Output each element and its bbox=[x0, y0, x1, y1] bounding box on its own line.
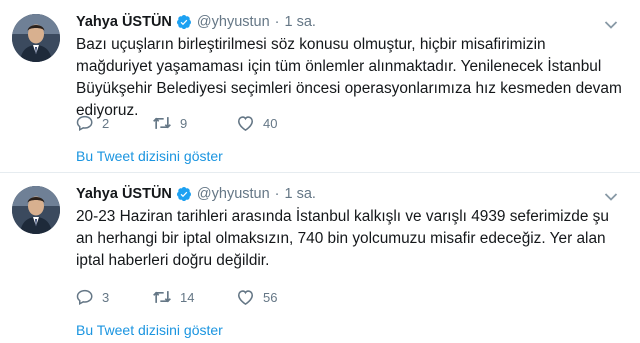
tweet-actions: 3 14 56 bbox=[76, 287, 316, 307]
tweet-header: Yahya ÜSTÜN @yhyustun · 1 sa. bbox=[76, 12, 316, 32]
retweet-button[interactable]: 9 bbox=[152, 114, 236, 132]
tweet[interactable]: Yahya ÜSTÜN @yhyustun · 1 sa. 20-23 Hazi… bbox=[0, 172, 640, 343]
like-button[interactable]: 40 bbox=[236, 114, 316, 132]
tweet-timestamp[interactable]: 1 sa. bbox=[285, 14, 316, 30]
tweet-text: 20-23 Haziran tarihleri arasında İstanbu… bbox=[76, 208, 609, 269]
verified-badge-icon bbox=[176, 14, 192, 30]
like-icon bbox=[236, 114, 255, 132]
chevron-down-icon[interactable] bbox=[604, 189, 618, 201]
separator-dot: · bbox=[274, 186, 280, 202]
author-handle[interactable]: @yhyustun bbox=[197, 14, 270, 30]
like-icon bbox=[236, 288, 255, 306]
author-name[interactable]: Yahya ÜSTÜN bbox=[76, 14, 172, 30]
tweet-actions: 2 9 40 bbox=[76, 113, 316, 133]
reply-icon bbox=[76, 288, 94, 306]
show-thread-link[interactable]: Bu Tweet dizisini göster bbox=[76, 322, 223, 338]
tweet-text: Bazı uçuşların birleştirilmesi söz konus… bbox=[76, 36, 622, 119]
tweet[interactable]: Yahya ÜSTÜN @yhyustun · 1 sa. Bazı uçuşl… bbox=[0, 0, 640, 172]
show-thread-link[interactable]: Bu Tweet dizisini göster bbox=[76, 148, 223, 164]
retweet-count: 14 bbox=[180, 289, 195, 305]
reply-button[interactable]: 2 bbox=[76, 114, 152, 132]
retweet-button[interactable]: 14 bbox=[152, 288, 236, 306]
verified-badge-icon bbox=[176, 186, 192, 202]
reply-icon bbox=[76, 114, 94, 132]
reply-button[interactable]: 3 bbox=[76, 288, 152, 306]
reply-count: 2 bbox=[102, 115, 110, 131]
like-count: 56 bbox=[263, 289, 278, 305]
author-name[interactable]: Yahya ÜSTÜN bbox=[76, 186, 172, 202]
retweet-icon bbox=[152, 114, 172, 132]
retweet-count: 9 bbox=[180, 115, 188, 131]
like-button[interactable]: 56 bbox=[236, 288, 316, 306]
reply-count: 3 bbox=[102, 289, 110, 305]
chevron-down-icon[interactable] bbox=[604, 17, 618, 29]
avatar[interactable] bbox=[12, 186, 60, 234]
separator-dot: · bbox=[274, 14, 280, 30]
tweet-timestamp[interactable]: 1 sa. bbox=[285, 186, 316, 202]
retweet-icon bbox=[152, 288, 172, 306]
tweet-header: Yahya ÜSTÜN @yhyustun · 1 sa. bbox=[76, 184, 316, 204]
avatar[interactable] bbox=[12, 14, 60, 62]
author-handle[interactable]: @yhyustun bbox=[197, 186, 270, 202]
like-count: 40 bbox=[263, 115, 278, 131]
